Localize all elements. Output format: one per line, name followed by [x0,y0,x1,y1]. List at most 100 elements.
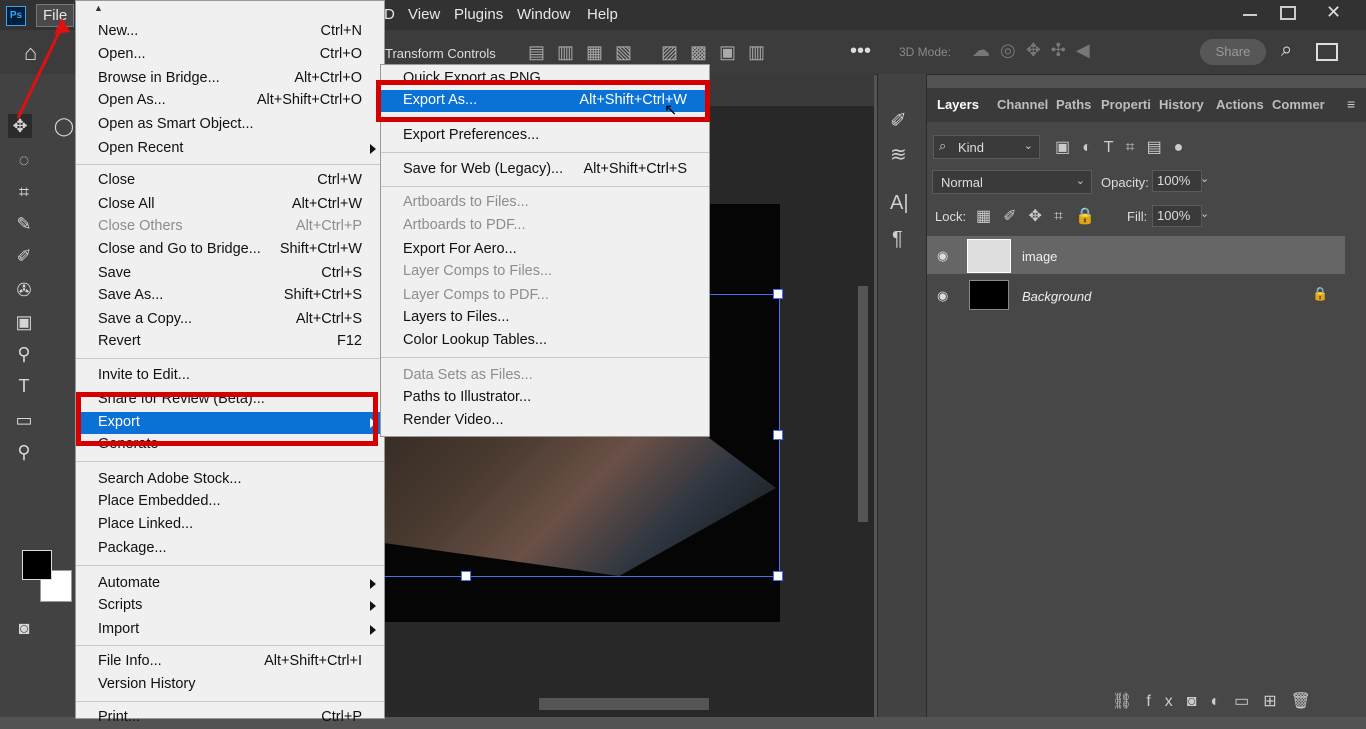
layer-thumbnail [969,280,1009,310]
fill-input[interactable]: 100% [1152,205,1202,227]
tab-paths[interactable]: Paths [1056,97,1091,112]
layer-row-image[interactable]: ◉ image [927,236,1345,274]
close-icon[interactable]: ✕ [1326,2,1341,23]
menu-item-save-for-web[interactable]: Save for Web (Legacy)... Alt+Shift+Ctrl+S [381,159,709,181]
adjust-icon[interactable]: ≋ [890,142,907,167]
align-icons[interactable]: ▤▥▦▧ ▨▩▣▥ [528,42,777,63]
brush-settings-icon[interactable]: ✐ [890,108,907,133]
menu-item-scripts[interactable]: Scripts [76,595,384,617]
layer-row-background[interactable]: ◉ Background 🔒 [927,276,1345,314]
mode-3d-label: 3D Mode: [899,45,952,59]
eye-icon[interactable]: ◉ [937,288,948,304]
minimize-icon[interactable] [1243,14,1257,16]
layers-footer-icons[interactable]: ⛓fx◙◐▭⊞🗑 [1112,691,1325,711]
search-icon[interactable]: ⌕ [1281,39,1292,62]
menu-help[interactable]: Help [587,6,618,23]
menu-item-save-copy[interactable]: Save a Copy... Alt+Ctrl+S [76,309,384,331]
tab-comments[interactable]: Commer [1272,97,1325,112]
annotation-box-export-as [376,80,710,122]
blend-mode-select[interactable]: Normal ⌄ [932,170,1092,194]
transform-handle[interactable] [773,571,783,581]
menu-plugins[interactable]: Plugins [454,6,503,23]
panel-menu-icon[interactable]: ≡ [1347,96,1355,112]
menu-item-paths-illustrator[interactable]: Paths to Illustrator... [381,387,709,409]
transform-handle[interactable] [461,571,471,581]
menu-item-close-others: Close Others Alt+Ctrl+P [98,218,362,234]
menu-item-artboards-files: Artboards to Files... [403,194,529,210]
mouse-cursor-icon: ↖ [664,102,678,119]
eyedropper-tool-icon[interactable]: ✎ [12,212,36,236]
menu-item-open-as[interactable]: Open As... Alt+Shift+Ctrl+O [76,90,384,112]
menu-3d[interactable]: D [384,6,395,23]
menu-item-render-video[interactable]: Render Video... [381,410,709,432]
foreground-color-swatch[interactable] [22,550,52,580]
type-tool-icon[interactable]: T [12,374,36,398]
menu-item-package[interactable]: Package... [76,538,384,560]
share-button[interactable]: Share [1200,39,1266,65]
menu-item-search-stock[interactable]: Search Adobe Stock... [76,469,384,491]
more-icon[interactable]: ••• [850,40,871,63]
filter-kind-select[interactable]: ⌕ Kind ⌄ [933,135,1040,159]
vertical-scrollbar[interactable] [858,286,868,522]
fill-label: Fill: [1127,209,1148,224]
menu-item-close-all[interactable]: Close All Alt+Ctrl+W [76,194,384,216]
menu-item-color-lookup[interactable]: Color Lookup Tables... [381,330,709,352]
tab-actions[interactable]: Actions [1216,97,1264,112]
horizontal-scrollbar[interactable] [539,698,709,710]
menu-item-save[interactable]: Save Ctrl+S [76,263,384,285]
transform-handle[interactable] [773,430,783,440]
menu-item-open-smart-object[interactable]: Open as Smart Object... [76,114,384,136]
menu-item-version-history[interactable]: Version History [76,674,384,696]
menu-item-automate[interactable]: Automate [76,573,384,595]
paragraph-icon[interactable]: ¶ [892,228,903,251]
brush-tool-icon[interactable]: ✐ [12,244,36,268]
opacity-input[interactable]: 100% [1152,170,1202,192]
submenu-arrow-icon [370,625,376,635]
menu-item-close-go-bridge[interactable]: Close and Go to Bridge... Shift+Ctrl+W [76,239,384,261]
chevron-down-icon[interactable]: ⌄ [1200,172,1209,185]
character-icon[interactable]: A| [890,192,909,215]
tab-layers[interactable]: Layers [937,97,979,112]
menu-item-place-linked[interactable]: Place Linked... [76,514,384,536]
rectangle-tool-icon[interactable]: ▭ [12,408,36,432]
lock-icons[interactable]: ▦✐✥⌗🔒 [976,206,1107,226]
menu-item-revert[interactable]: Revert F12 [76,331,384,353]
quick-mask-icon[interactable]: ◙ [12,616,36,640]
dodge-tool-icon[interactable]: ⚲ [12,342,36,366]
menu-item-export-preferences[interactable]: Export Preferences... [381,125,709,147]
menu-item-invite-edit[interactable]: Invite to Edit... [76,365,384,387]
zoom-tool-icon[interactable]: ⚲ [12,440,36,464]
transform-controls-label[interactable]: Transform Controls [385,46,496,61]
workspace-icon[interactable] [1316,43,1338,61]
menu-item-open-recent[interactable]: Open Recent [76,138,384,160]
opacity-label: Opacity: [1101,175,1149,190]
crop-tool-icon[interactable]: ⌗ [12,180,36,204]
filter-icons[interactable]: ▣◐T⌗▤● [1055,137,1195,157]
menu-item-export-aero[interactable]: Export For Aero... [381,239,709,261]
tab-history[interactable]: History [1159,97,1204,112]
menu-item-open[interactable]: Open... Ctrl+O [76,44,384,66]
menu-item-file-info[interactable]: File Info... Alt+Shift+Ctrl+I [76,651,384,673]
panel-icon-strip: ✐ ≋ A| ¶ [877,74,927,717]
menu-view[interactable]: View [408,6,440,23]
menu-item-new[interactable]: New... Ctrl+N [76,21,384,43]
menu-item-close[interactable]: Close Ctrl+W [76,170,384,192]
menu-item-save-as[interactable]: Save As... Shift+Ctrl+S [76,285,384,307]
menu-item-layers-files[interactable]: Layers to Files... [381,307,709,329]
menu-item-data-sets: Data Sets as Files... [403,367,533,383]
3d-icons[interactable]: ☁◎✥✣◀ [972,40,1100,61]
restore-icon[interactable] [1280,6,1296,20]
menu-item-place-embedded[interactable]: Place Embedded... [76,491,384,513]
menu-item-print[interactable]: Print... Ctrl+P [76,707,384,729]
transform-handle[interactable] [773,289,783,299]
tab-channels[interactable]: Channel [997,97,1048,112]
gradient-tool-icon[interactable]: ▣ [12,310,36,334]
clone-tool-icon[interactable]: ✇ [12,278,36,302]
eye-icon[interactable]: ◉ [937,248,948,264]
chevron-down-icon[interactable]: ⌄ [1200,207,1209,220]
tab-properties[interactable]: Properti [1101,97,1151,112]
menu-item-browse-bridge[interactable]: Browse in Bridge... Alt+Ctrl+O [76,68,384,90]
menu-window[interactable]: Window [517,6,570,23]
menu-item-import[interactable]: Import [76,619,384,641]
layer-name: image [1022,249,1058,264]
